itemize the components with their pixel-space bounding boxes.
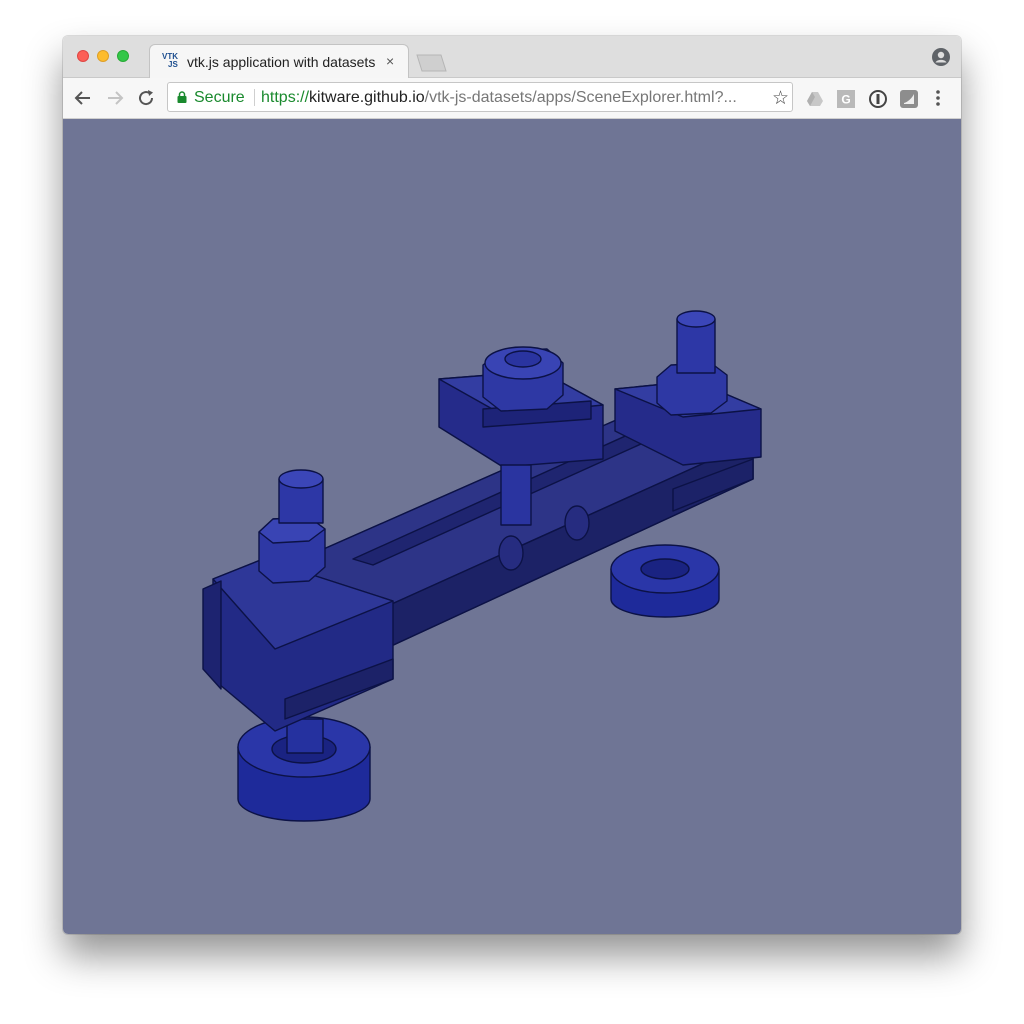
render-viewport[interactable]: [63, 119, 961, 934]
reload-icon[interactable]: [136, 88, 156, 108]
vtk-favicon-icon: VTK JS: [162, 53, 179, 70]
arrow-left-icon[interactable]: [73, 88, 93, 108]
maximize-window-button[interactable]: [117, 50, 129, 62]
omnibox-divider: [254, 89, 255, 106]
browser-toolbar: Secure https://kitware.github.io/vtk-js-…: [63, 78, 961, 119]
tab-title: vtk.js application with datasets: [187, 54, 376, 70]
close-window-button[interactable]: [77, 50, 89, 62]
lock-icon: [177, 91, 187, 103]
arrow-right-icon[interactable]: [105, 88, 125, 108]
extension-icon[interactable]: [900, 90, 918, 108]
1password-icon[interactable]: [869, 90, 887, 108]
tab-vtk-app[interactable]: VTK JS vtk.js application with datasets …: [149, 44, 409, 78]
kebab-menu-icon[interactable]: [935, 89, 941, 107]
svg-text:G: G: [841, 93, 850, 107]
favicon-text-bottom: JS: [168, 60, 178, 69]
tab-close-icon[interactable]: ×: [386, 53, 394, 69]
google-drive-icon[interactable]: [806, 90, 824, 108]
url-host: kitware.github.io: [309, 89, 425, 106]
profile-icon[interactable]: [931, 47, 951, 67]
url-scheme: https://: [261, 89, 310, 106]
address-bar[interactable]: Secure https://kitware.github.io/vtk-js-…: [167, 82, 793, 112]
browser-window: VTK JS vtk.js application with datasets …: [63, 36, 961, 934]
new-tab-button[interactable]: [413, 54, 447, 72]
tab-strip: VTK JS vtk.js application with datasets …: [63, 36, 961, 78]
url-text[interactable]: https://kitware.github.io/vtk-js-dataset…: [261, 89, 737, 107]
security-label[interactable]: Secure: [194, 89, 245, 107]
url-path: /vtk-js-datasets/apps/SceneExplorer.html…: [424, 89, 737, 106]
minimize-window-button[interactable]: [97, 50, 109, 62]
grammarly-icon[interactable]: G: [837, 90, 855, 108]
star-icon[interactable]: ☆: [772, 87, 789, 110]
3d-model-render: [202, 310, 762, 822]
